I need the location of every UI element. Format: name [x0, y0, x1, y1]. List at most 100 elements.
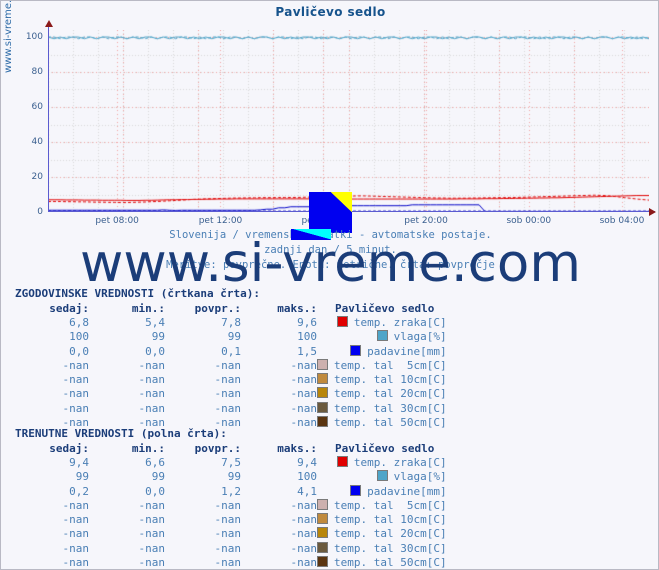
cell-sedaj: 99	[75, 470, 89, 484]
legend-label: temp. tal 50cm[C]	[334, 556, 447, 570]
legend-label: vlaga[%]	[393, 470, 447, 484]
legend-cell: temp. tal 50cm[C]	[317, 556, 447, 570]
table-row: -nan -nan -nan -nan temp. tal 50cm[C]	[15, 556, 447, 570]
legend-cell: vlaga[%]	[317, 330, 447, 344]
legend-color-swatch	[350, 484, 362, 496]
legend-color-swatch	[317, 416, 328, 428]
legend-cell: padavine[mm]	[317, 484, 447, 499]
table-row: -nan -nan -nan -nan temp. tal 5cm[C]	[15, 358, 447, 373]
cell-sedaj: -nan	[62, 498, 90, 512]
col-header-station: Pavličevo sedlo	[335, 442, 435, 455]
table-row: -nan -nan -nan -nan temp. tal 5cm[C]	[15, 498, 447, 513]
current-values-table: sedaj: min.: povpr.: maks.: Pavličevo se…	[15, 442, 447, 570]
table-row: -nan -nan -nan -nan temp. tal 30cm[C]	[15, 401, 447, 416]
table-row: -nan -nan -nan -nan temp. tal 20cm[C]	[15, 527, 447, 541]
chart-plot-area: 020406080100 pet 08:00pet 12:00pet 16:00…	[26, 20, 656, 226]
cell-povpr: 1,2	[221, 484, 241, 498]
legend-label: temp. tal 5cm[C]	[334, 498, 447, 512]
y-tick-label: 80	[31, 67, 43, 77]
cell-povpr: -nan	[214, 513, 242, 527]
cell-maks: 100	[297, 330, 317, 344]
legend-color-swatch	[376, 470, 388, 482]
current-values-block: TRENUTNE VREDNOSTI (polna črta): sedaj: …	[15, 427, 447, 570]
legend-color-swatch	[317, 556, 328, 568]
cell-povpr: -nan	[214, 373, 242, 387]
legend-color-swatch	[317, 387, 328, 399]
legend-label: temp. tal 20cm[C]	[334, 527, 447, 541]
cell-povpr: -nan	[214, 541, 242, 555]
legend-cell: temp. zraka[C]	[317, 316, 447, 330]
col-header-sedaj: sedaj:	[49, 442, 89, 455]
flag-blue-band	[309, 192, 352, 233]
cell-sedaj: -nan	[62, 527, 90, 541]
cell-maks: -nan	[290, 387, 318, 401]
cell-min: -nan	[138, 527, 166, 541]
cell-min: 6,6	[145, 456, 165, 469]
cell-maks: -nan	[290, 401, 318, 415]
y-axis-line	[48, 25, 49, 212]
legend-color-swatch	[350, 344, 362, 356]
col-header-povpr: povpr.:	[194, 302, 241, 315]
x-tick-label: sob 04:00	[599, 216, 645, 226]
legend-label: temp. zraka[C]	[353, 456, 447, 469]
cell-maks: -nan	[290, 541, 318, 555]
cell-min: 0,0	[145, 344, 165, 358]
cell-sedaj: -nan	[62, 513, 90, 527]
cell-povpr: -nan	[214, 358, 242, 372]
cell-povpr: -nan	[214, 556, 242, 570]
current-values-title: TRENUTNE VREDNOSTI (polna črta):	[15, 427, 227, 440]
cell-maks: -nan	[290, 556, 318, 570]
subtitle-line-3: Meritve: povprečne. Enota: metrične. črt…	[166, 259, 495, 271]
historical-values-table: sedaj: min.: povpr.: maks.: Pavličevo se…	[15, 302, 447, 430]
cell-min: 99	[151, 470, 165, 484]
x-axis-arrow-icon	[649, 207, 656, 216]
cell-sedaj: -nan	[62, 541, 90, 555]
cell-povpr: 0,1	[221, 344, 241, 358]
cell-maks: 100	[297, 470, 317, 484]
col-header-min: min.:	[131, 442, 165, 455]
x-tick-label: pet 20:00	[404, 216, 448, 226]
col-header-min: min.:	[131, 302, 165, 315]
cell-povpr: -nan	[214, 387, 242, 401]
slovenia-flag-graphic-large	[309, 192, 352, 233]
legend-color-swatch	[317, 527, 328, 539]
legend-color-swatch	[317, 401, 328, 413]
col-header-sedaj: sedaj:	[49, 302, 89, 315]
table-row: -nan -nan -nan -nan temp. tal 10cm[C]	[15, 513, 447, 527]
legend-cell: temp. tal 20cm[C]	[317, 387, 447, 401]
table-row: 6,8 5,4 7,8 9,6 temp. zraka[C]	[15, 316, 447, 330]
legend-color-swatch	[376, 330, 388, 342]
legend-label: temp. tal 10cm[C]	[334, 373, 447, 387]
cell-maks: -nan	[290, 373, 318, 387]
legend-label: temp. tal 10cm[C]	[334, 513, 447, 527]
col-header-station: Pavličevo sedlo	[335, 302, 435, 315]
legend-cell: temp. tal 5cm[C]	[317, 358, 447, 373]
page-title: Pavličevo sedlo	[275, 5, 386, 19]
table-row: 0,2 0,0 1,2 4,1 padavine[mm]	[15, 484, 447, 499]
legend-color-swatch	[317, 513, 328, 525]
cell-maks: -nan	[290, 527, 318, 541]
table-header-row: sedaj: min.: povpr.: maks.: Pavličevo se…	[15, 442, 447, 456]
legend-label: temp. tal 30cm[C]	[334, 541, 447, 555]
legend-color-swatch	[317, 498, 328, 510]
legend-cell: temp. tal 5cm[C]	[317, 498, 447, 513]
cell-min: 0,0	[145, 484, 165, 498]
legend-cell: temp. tal 20cm[C]	[317, 527, 447, 541]
y-tick-label: 20	[31, 172, 43, 182]
cell-min: 99	[151, 330, 165, 344]
y-tick-label: 40	[31, 137, 43, 147]
legend-cell: temp. tal 30cm[C]	[317, 401, 447, 416]
col-header-maks: maks.:	[277, 442, 317, 455]
table-header-row: sedaj: min.: povpr.: maks.: Pavličevo se…	[15, 302, 447, 316]
legend-color-swatch	[336, 456, 348, 467]
cell-maks: -nan	[290, 513, 318, 527]
legend-label: temp. tal 20cm[C]	[334, 387, 447, 401]
y-axis-arrow-icon	[44, 20, 53, 27]
legend-cell: temp. zraka[C]	[317, 456, 447, 470]
cell-povpr: 99	[227, 470, 241, 484]
y-tick-label: 100	[25, 32, 43, 42]
cell-sedaj: 9,4	[69, 456, 89, 469]
historical-values-title: ZGODOVINSKE VREDNOSTI (črtkana črta):	[15, 287, 261, 300]
slovenia-flag-graphic-small	[291, 229, 331, 240]
table-row: -nan -nan -nan -nan temp. tal 10cm[C]	[15, 373, 447, 387]
